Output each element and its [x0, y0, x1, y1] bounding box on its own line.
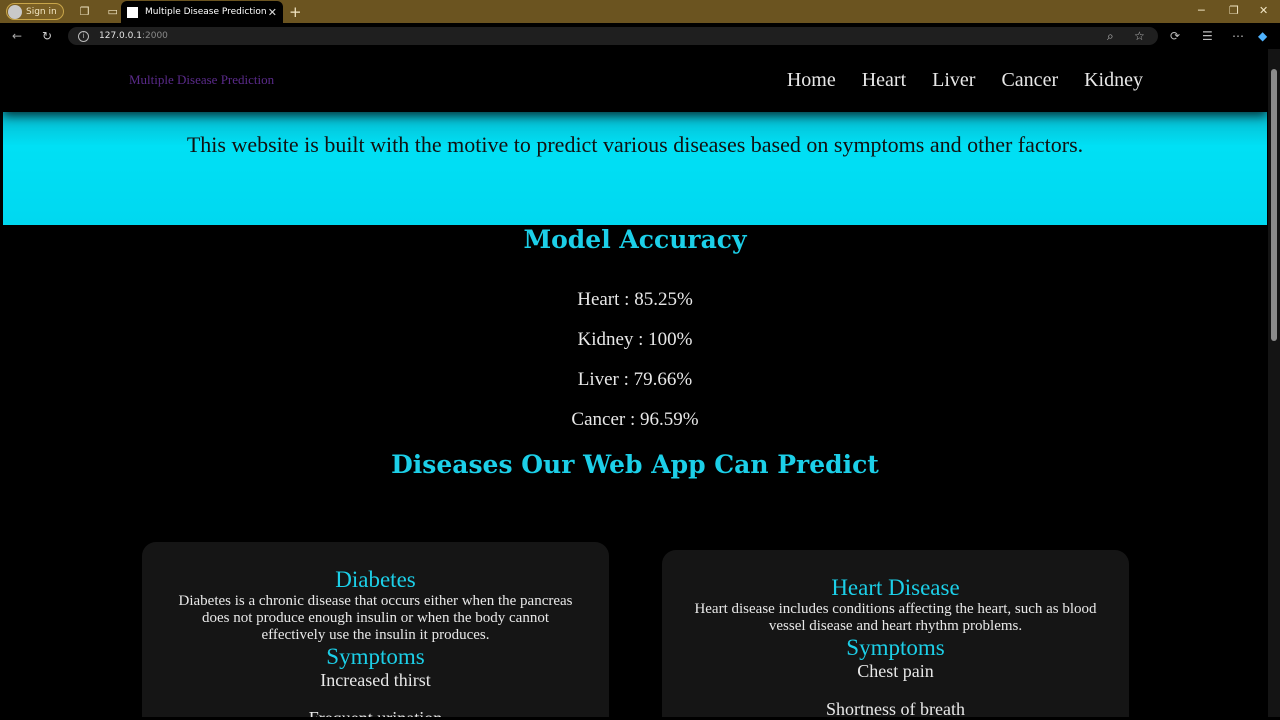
hero-banner: This website is built with the motive to… [3, 112, 1267, 225]
url-host: 127.0.0.1 [99, 31, 142, 41]
favorite-star-icon[interactable]: ☆ [1134, 29, 1145, 43]
symptom-item: Chest pain [857, 661, 934, 681]
sign-in-label: Sign in [26, 6, 57, 17]
nav-liver[interactable]: Liver [932, 69, 975, 92]
card-description: Heart disease includes conditions affect… [694, 601, 1097, 634]
address-bar[interactable]: i 127.0.0.1:2000 [68, 27, 1158, 45]
restore-icon[interactable]: ❐ [1229, 4, 1239, 17]
site-info-icon[interactable]: i [78, 30, 89, 42]
more-menu-icon[interactable]: ⋯ [1232, 29, 1244, 43]
symptoms-heading: Symptoms [326, 644, 425, 669]
accuracy-cancer: Cancer : 96.59% [571, 409, 699, 430]
close-tab-icon[interactable]: ✕ [268, 6, 277, 19]
workspaces-icon[interactable]: ❐ [78, 5, 92, 19]
nav-links: Home Heart Liver Cancer Kidney [787, 69, 1143, 92]
site-brand[interactable]: Multiple Disease Prediction [129, 72, 274, 88]
symptom-item: Shortness of breath [826, 699, 965, 717]
disease-card-heart: Heart Disease Heart disease includes con… [662, 550, 1129, 717]
close-window-icon[interactable]: ✕ [1259, 4, 1268, 17]
accuracy-heart: Heart : 85.25% [577, 289, 693, 310]
minimize-icon[interactable]: ─ [1198, 4, 1205, 17]
tab-actions-icon[interactable]: ▭ [106, 5, 120, 19]
model-accuracy-heading: Model Accuracy [523, 225, 747, 254]
disease-card-diabetes: Diabetes Diabetes is a chronic disease t… [142, 542, 609, 717]
nav-heart[interactable]: Heart [862, 69, 906, 92]
hero-text: This website is built with the motive to… [186, 132, 1084, 157]
symptom-item: Frequent urination [142, 708, 609, 717]
favicon-icon [127, 6, 138, 18]
symptoms-heading: Symptoms [846, 635, 945, 660]
back-icon[interactable]: ← [12, 29, 22, 43]
zoom-icon[interactable]: ⌕ [1107, 29, 1114, 44]
new-tab-icon[interactable]: + [289, 3, 302, 21]
profile-avatar [8, 4, 22, 19]
accuracy-kidney: Kidney : 100% [577, 329, 693, 350]
card-title: Heart Disease [831, 575, 960, 600]
url-port: :2000 [141, 31, 168, 41]
extensions-icon[interactable]: ⟳ [1170, 29, 1180, 43]
nav-home[interactable]: Home [787, 69, 836, 92]
page-viewport: Multiple Disease Prediction Home Heart L… [3, 49, 1267, 717]
page-scrollbar[interactable] [1268, 49, 1280, 717]
card-description: Diabetes is a chronic disease that occur… [178, 593, 573, 643]
copilot-icon[interactable]: ◆ [1258, 29, 1267, 43]
reload-icon[interactable]: ↻ [42, 29, 52, 43]
site-navbar: Multiple Disease Prediction Home Heart L… [3, 49, 1267, 112]
favorites-list-icon[interactable]: ☰ [1202, 29, 1213, 43]
symptom-item: Increased thirst [320, 670, 431, 690]
tab-title: Multiple Disease Prediction [145, 7, 267, 17]
accuracy-liver: Liver : 79.66% [577, 369, 693, 390]
diseases-heading: Diseases Our Web App Can Predict [391, 450, 879, 479]
nav-cancer[interactable]: Cancer [1001, 69, 1058, 92]
sign-in-button[interactable]: Sign in [6, 3, 64, 20]
nav-kidney[interactable]: Kidney [1084, 69, 1143, 92]
card-title: Diabetes [335, 567, 416, 592]
scrollbar-thumb[interactable] [1271, 69, 1277, 341]
browser-tab-active[interactable]: Multiple Disease Prediction ✕ [121, 1, 283, 23]
